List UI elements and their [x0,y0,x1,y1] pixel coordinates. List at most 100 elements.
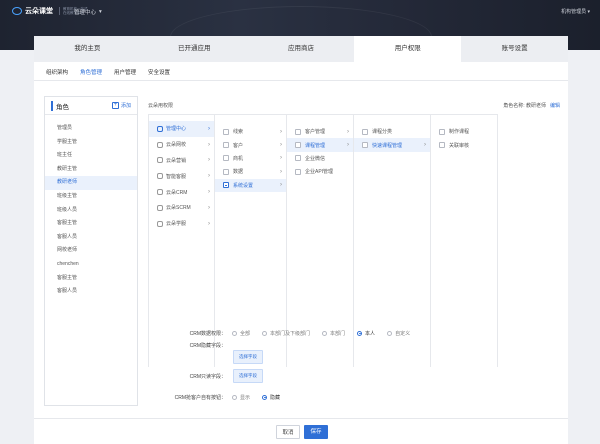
checkbox[interactable] [362,128,368,135]
tab-account-settings[interactable]: 账号设置 [461,36,568,62]
chevron-right-icon: › [208,204,210,211]
radio-option[interactable]: 自定义 [387,330,410,337]
tab-opened-apps[interactable]: 已开通应用 [141,36,248,62]
subtabs-divider [34,80,568,81]
permission-item[interactable]: 课程分类 [354,125,430,138]
chevron-right-icon: › [208,173,210,180]
radio-label: 本人 [365,330,376,337]
role-item[interactable]: 客服主管 [45,217,137,231]
main-tabs: 我的主页 已开通应用 应用商店 用户权限 账号设置 [34,36,568,62]
role-item[interactable]: 客服主管 [45,272,137,286]
checkbox[interactable] [223,142,229,149]
radio-option[interactable]: 全部 [232,330,250,337]
permission-header: 云朵用权限 角色名称: 教研老师 编辑 [148,96,560,114]
checkbox[interactable] [295,168,301,175]
radio-circle [387,330,393,336]
chevron-right-icon: › [208,189,210,196]
module-item[interactable]: 智能客服 › [149,168,214,184]
module-item[interactable]: 云朵营销 › [149,153,214,169]
chevron-right-icon: › [347,142,349,149]
permission-item[interactable]: 客户 › [215,138,286,151]
permission-item-selected[interactable]: 系统设置 › [215,178,286,192]
permission-item-selected[interactable]: 快速课程管理 › [354,138,430,152]
checkbox[interactable] [439,128,445,135]
role-item[interactable]: 班级主管 [45,190,137,204]
caret-down-icon: ▾ [99,9,102,15]
checkbox-indeterminate[interactable] [223,182,229,189]
role-name-label: 角色名称: 教研老师 [503,102,546,109]
role-item[interactable]: 教研主管 [45,163,137,177]
crm-hidden-fields-label: CRM隐藏字段： [189,343,226,349]
chevron-right-icon: › [208,125,210,132]
crm-readonly-fields-row: CRM只读字段： 选择字段 [154,365,554,387]
radio-option[interactable]: 本部门及下级部门 [262,330,310,337]
role-item[interactable]: chenchen [45,258,137,272]
radio-circle [232,330,237,336]
cancel-button[interactable]: 取消 [276,425,300,439]
checkbox[interactable] [295,142,301,149]
chevron-right-icon: › [424,142,426,149]
permission-label: 客户 [233,142,244,149]
module-label: 云朵学服 [166,221,187,228]
role-item[interactable]: 网校老师 [45,244,137,258]
crm-readonly-fields-label: CRM只读字段： [189,373,226,380]
role-item[interactable]: 班级人员 [45,204,137,218]
module-label: 云朵SCRM [166,205,191,212]
module-item[interactable]: 管理中心 › [149,121,214,137]
permission-item[interactable]: 商机 › [215,152,286,165]
role-list: 管理员 学服主管 班主任 教研主管 教研老师 班级主管 班级人员 客服主管 客服… [45,115,137,299]
permission-item[interactable]: 数据 › [215,165,286,178]
radio-option-selected[interactable]: 隐藏 [262,394,280,401]
role-item[interactable]: 学服主管 [45,136,137,150]
module-item[interactable]: 云朵CRM › [149,184,214,200]
checkbox[interactable] [223,168,229,175]
permission-item-selected[interactable]: 课程管理 › [287,138,353,152]
checkbox[interactable] [362,142,368,149]
permission-title: 云朵用权限 [148,102,174,109]
caret-down-icon: ▾ [587,9,590,15]
management-center-menu[interactable]: 管理中心 ▾ [74,8,102,16]
role-item[interactable]: 客服人员 [45,285,137,299]
module-label: 云朵CRM [166,189,188,196]
school-icon [157,141,163,148]
checkbox[interactable] [223,128,229,135]
role-item[interactable]: 班主任 [45,149,137,163]
radio-option[interactable]: 显示 [232,394,250,401]
user-menu[interactable]: 机构管理员 ▾ [561,8,590,15]
radio-circle [232,394,237,400]
checkbox[interactable] [223,155,229,162]
radio-option-selected[interactable]: 本人 [357,330,375,337]
role-item[interactable]: 管理员 [45,122,137,136]
permission-item[interactable]: 企业API管理 [287,165,353,178]
checkbox[interactable] [295,155,301,162]
permission-label: 商机 [233,155,244,162]
radio-option[interactable]: 本部门 [322,330,345,337]
module-item[interactable]: 云朵网校 › [149,137,214,153]
tab-app-store[interactable]: 应用商店 [248,36,355,62]
role-panel: 角色 + 添加 管理员 学服主管 班主任 教研主管 教研老师 班级主管 班级人员… [44,96,138,406]
permission-item[interactable]: 企业微信 [287,152,353,165]
select-readonly-fields-button[interactable]: 选择字段 [233,369,263,383]
role-item[interactable]: 客服人员 [45,231,137,245]
chevron-right-icon: › [280,142,282,149]
module-item[interactable]: 云朵学服 › [149,216,214,232]
save-button[interactable]: 保存 [304,425,328,439]
permission-label: 快速课程管理 [372,142,403,149]
checkbox[interactable] [439,142,445,149]
tab-home[interactable]: 我的主页 [34,36,141,62]
permission-item[interactable]: 客户管理 › [287,125,353,138]
tab-user-permissions[interactable]: 用户权限 [354,36,462,62]
add-role-button[interactable]: + 添加 [111,102,131,109]
permission-item[interactable]: 制作课程 [431,125,497,138]
permission-item[interactable]: 线索 › [215,125,286,138]
logo-text: 云朵课堂 [25,8,53,15]
role-item-selected[interactable]: 教研老师 [45,176,137,190]
select-hidden-fields-button[interactable]: 选择字段 [233,350,263,364]
crm-hidden-fields-row: CRM隐藏字段： 选择字段 [154,340,554,364]
checkbox[interactable] [295,128,301,135]
edit-role-link[interactable]: 编辑 [550,102,560,109]
main-card: 我的主页 已开通应用 应用商店 用户权限 账号设置 组织架构 角色管理 用户管理… [34,36,568,444]
permission-item[interactable]: 关联审核 [431,138,497,151]
module-label: 云朵网校 [166,142,187,149]
module-item[interactable]: 云朵SCRM › [149,200,214,216]
